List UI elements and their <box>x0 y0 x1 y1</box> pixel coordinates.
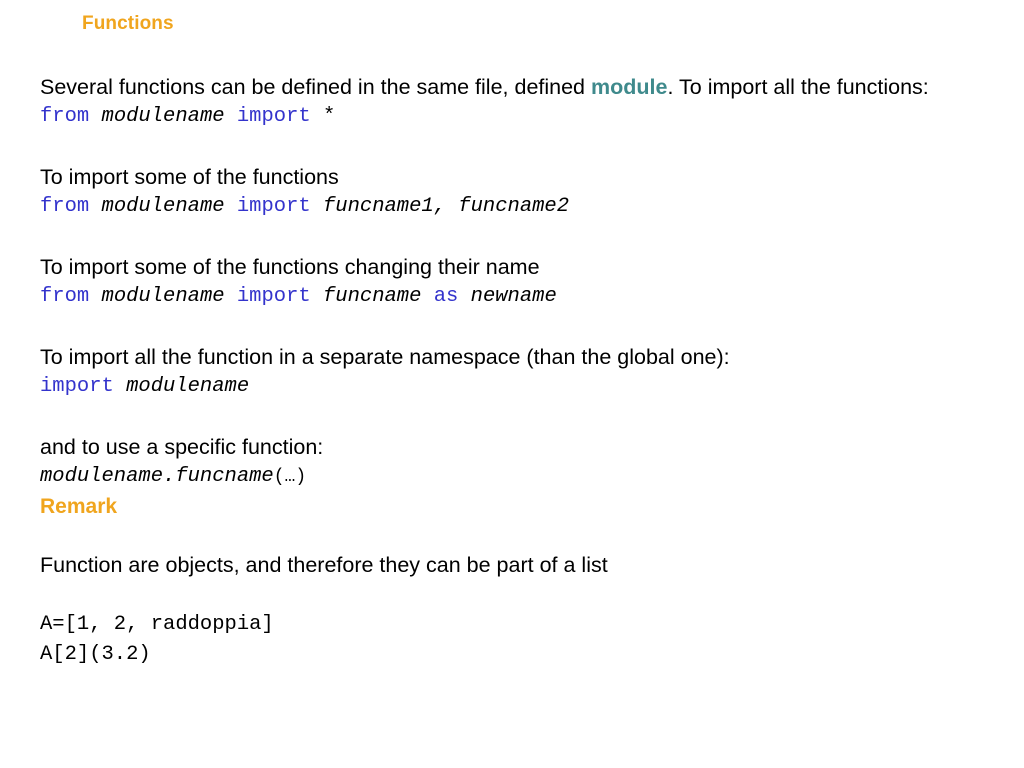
keyword-import: import <box>236 285 311 308</box>
code-list-line-2: A[2](3.2) <box>40 643 151 666</box>
keyword-from: from <box>40 105 90 128</box>
identifier-modulename: modulename <box>101 195 225 218</box>
label-specific-function: and to use a specific function: <box>40 435 324 459</box>
identifier-modulename: modulename <box>101 105 225 128</box>
identifier-funcnames: funcname1, funcname2 <box>323 195 570 218</box>
code-import-all: from modulename import * <box>40 102 1000 132</box>
identifier-qualified-name: modulename.funcname <box>40 465 274 488</box>
intro-text-before: Several functions can be defined in the … <box>40 75 591 99</box>
remark-heading: Remark <box>40 495 118 518</box>
call-arguments: (…) <box>273 467 307 487</box>
label-namespace: To import all the function in a separate… <box>40 345 730 369</box>
label-import-some: To import some of the functions <box>40 165 339 189</box>
code-list-line-1: A=[1, 2, raddoppia] <box>40 613 274 636</box>
intro-text-after: . To import all the functions: <box>667 75 929 99</box>
keyword-import: import <box>40 375 114 398</box>
wildcard-star: * <box>323 105 336 128</box>
identifier-newname: newname <box>470 285 557 308</box>
slide-body: Several functions can be defined in the … <box>40 72 1000 670</box>
keyword-from: from <box>40 285 90 308</box>
keyword-as: as <box>433 285 459 308</box>
intro-paragraph: Several functions can be defined in the … <box>40 72 988 102</box>
label-functions-are-objects: Function are objects, and therefore they… <box>40 553 608 577</box>
keyword-import: import <box>236 195 311 218</box>
code-import-module: import modulename <box>40 372 1000 402</box>
slide-canvas: Functions Several functions can be defin… <box>0 0 1024 768</box>
code-qualified-call: modulename.funcname(…) <box>40 462 1000 492</box>
page-title: Functions <box>82 13 174 34</box>
code-import-as: from modulename import funcname as newna… <box>40 282 1000 312</box>
label-import-rename: To import some of the functions changing… <box>40 255 540 279</box>
keyword-import: import <box>236 105 311 128</box>
identifier-modulename: modulename <box>126 375 250 398</box>
keyword-from: from <box>40 195 90 218</box>
code-import-some: from modulename import funcname1, funcna… <box>40 192 1000 222</box>
identifier-funcname: funcname <box>323 285 422 308</box>
module-highlight: module <box>591 75 668 99</box>
identifier-modulename: modulename <box>101 285 225 308</box>
